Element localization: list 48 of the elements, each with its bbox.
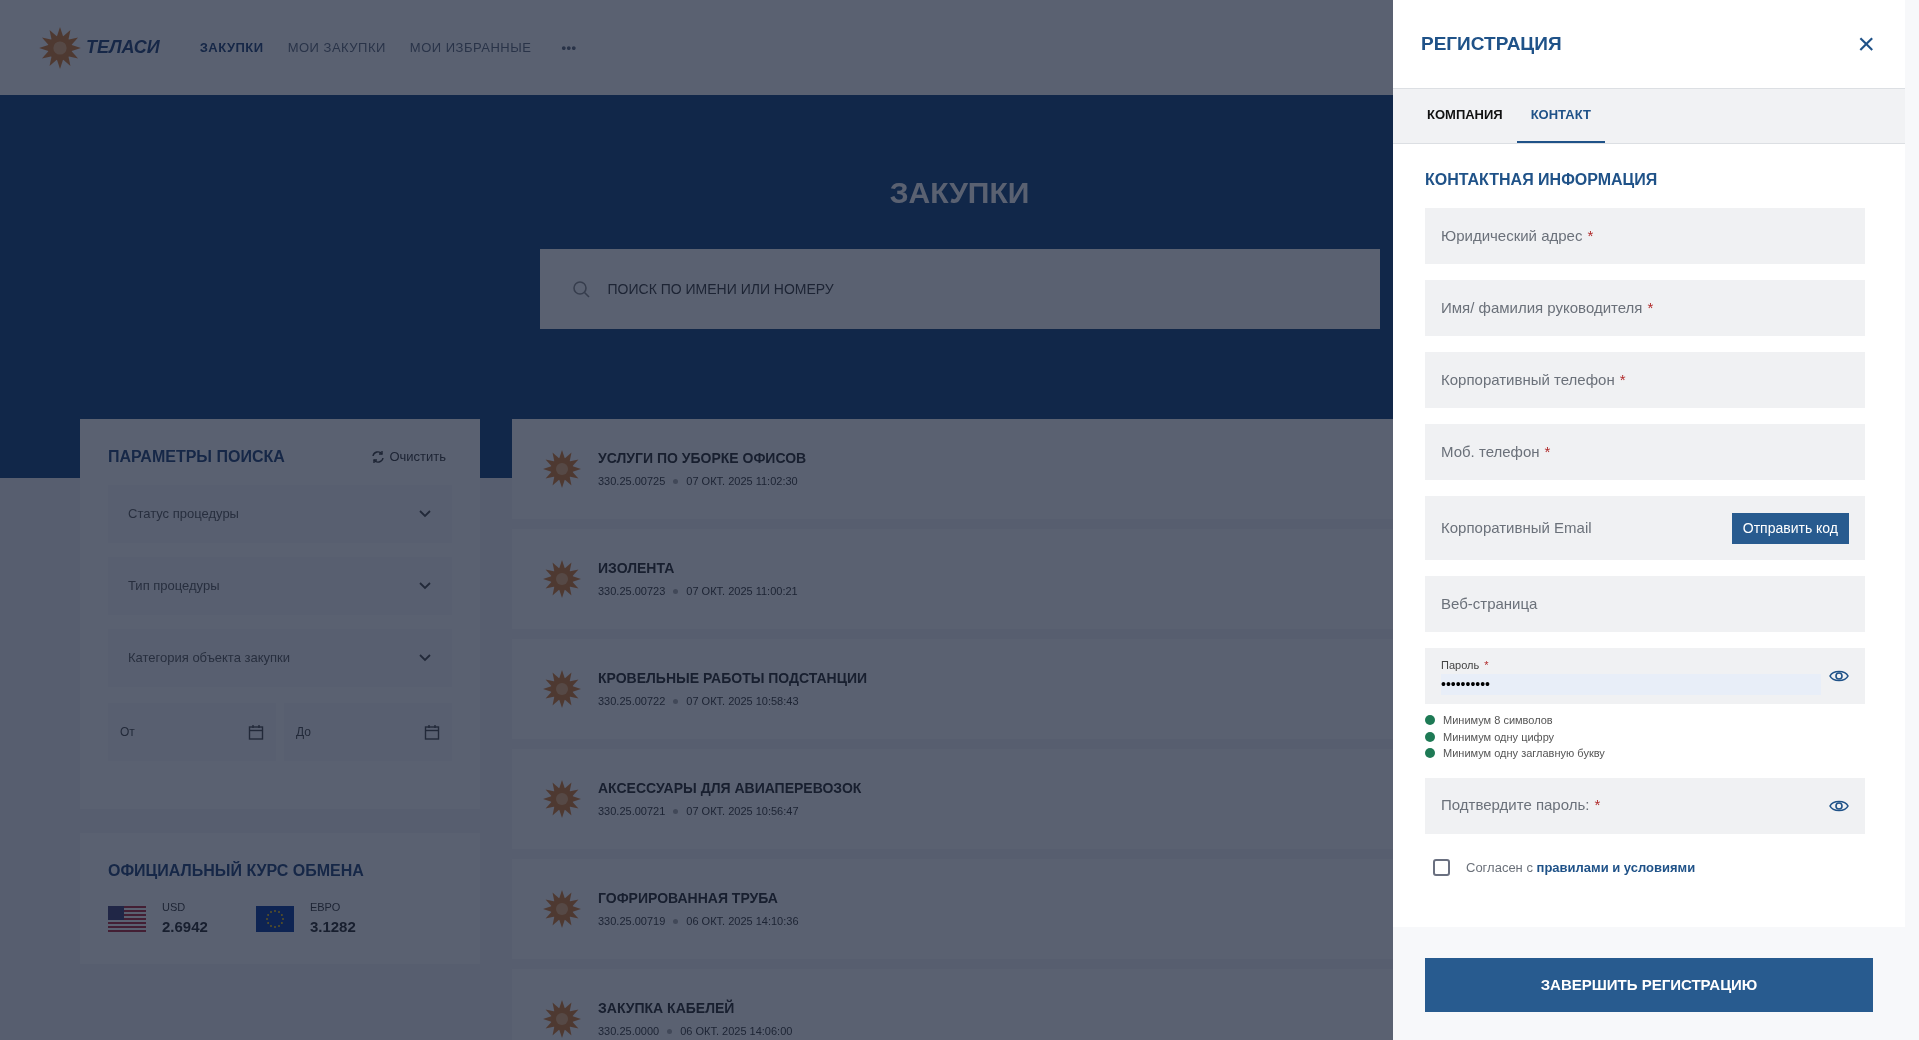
- submit-button[interactable]: ЗАВЕРШИТЬ РЕГИСТРАЦИЮ: [1425, 958, 1873, 1012]
- tab[interactable]: КОНТАКТ: [1516, 89, 1605, 143]
- tender-title: АКСЕССУАРЫ ДЛЯ АВИАПЕРЕВОЗОК: [598, 779, 862, 799]
- tender-number: 330.25.00719: [598, 914, 666, 930]
- password-rule: Минимум 8 символов: [1443, 713, 1553, 728]
- tender-title: КРОВЕЛЬНЫЕ РАБОТЫ ПОДСТАНЦИИ: [598, 669, 868, 689]
- input-field[interactable]: Юридический адрес *: [1425, 208, 1865, 264]
- terms-link[interactable]: правилами и условиями: [1536, 859, 1696, 875]
- password-rule: Минимум одну заглавную букву: [1443, 746, 1605, 761]
- input-field[interactable]: Корпоративный телефон *: [1425, 352, 1865, 408]
- tender-date: 07 ОКТ. 2025 10:58:43: [686, 694, 799, 710]
- tender-date: 06 ОКТ. 2025 14:06:00: [680, 1024, 793, 1040]
- exchange-rate: 3.1282: [309, 916, 356, 937]
- tender-number: 330.25.00721: [598, 804, 666, 820]
- tender-number: 330.25.00722: [598, 694, 666, 710]
- agree-text: Согласен с правилами и условиями: [1466, 858, 1696, 877]
- drawer-title: РЕГИСТРАЦИЯ: [1421, 31, 1562, 56]
- panel-title: ОФИЦИАЛЬНЫЙ КУРС ОБМЕНА: [108, 860, 365, 881]
- tender-title: ГОФРИРОВАННАЯ ТРУБА: [598, 889, 779, 909]
- exchange-rate: 2.6942: [162, 916, 208, 937]
- password-input[interactable]: ••••••••••: [1441, 673, 1821, 695]
- input-field[interactable]: Корпоративный Email Отправить код: [1425, 496, 1865, 560]
- panel-title: ПАРАМЕТРЫ ПОИСКА: [108, 447, 285, 467]
- input-field[interactable]: Моб. телефон *: [1425, 424, 1865, 480]
- page-title: ЗАКУПКИ: [889, 175, 1030, 211]
- section-title: КОНТАКТНАЯ ИНФОРМАЦИЯ: [1425, 170, 1659, 190]
- checkbox[interactable]: [1433, 858, 1450, 876]
- send-code-button[interactable]: Отправить код: [1731, 512, 1849, 544]
- password-field[interactable]: Пароль * ••••••••••: [1425, 648, 1865, 704]
- tender-number: 330.25.0000: [598, 1024, 660, 1040]
- logo-text: ТЕЛАСИ: [86, 36, 160, 59]
- tender-date: 07 ОКТ. 2025 11:00:21: [686, 584, 798, 600]
- tender-title: ЗАКУПКА КАБЕЛЕЙ: [598, 998, 736, 1019]
- password-rule: Минимум одну цифру: [1443, 729, 1555, 745]
- tender-date: 07 ОКТ. 2025 10:56:47: [686, 804, 799, 820]
- close-button[interactable]: ×: [1857, 29, 1875, 59]
- currency-code: USD: [162, 900, 187, 915]
- tender-number: 330.25.00725: [598, 474, 666, 490]
- tender-title: УСЛУГИ ПО УБОРКЕ ОФИСОВ: [598, 449, 807, 469]
- tender-date: 07 ОКТ. 2025 11:02:30: [686, 474, 798, 490]
- tender-title: ИЗОЛЕНТА: [598, 559, 676, 579]
- input-field[interactable]: Веб-страница: [1425, 576, 1865, 632]
- tab[interactable]: КОМПАНИЯ: [1413, 89, 1517, 143]
- currency-code: ЕВРО: [309, 900, 342, 915]
- password-field[interactable]: Подтвердите пароль: *: [1425, 777, 1865, 834]
- tender-number: 330.25.00723: [598, 584, 666, 600]
- input-field[interactable]: Имя/ фамилия руководителя *: [1425, 280, 1865, 336]
- eye-icon[interactable]: [1829, 668, 1849, 684]
